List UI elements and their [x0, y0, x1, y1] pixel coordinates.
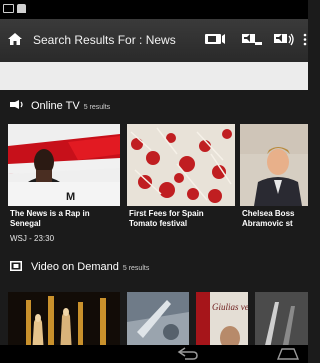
home-nav-icon[interactable] [276, 346, 300, 360]
online-tv-caption: First Fees for Spain Tomato festival [129, 209, 204, 228]
online-tv-thumbnail[interactable] [127, 124, 235, 206]
system-nav-bar [0, 345, 308, 363]
online-tv-count: 5 results [83, 104, 111, 111]
online-tv-header: Online TV 5 results [0, 96, 308, 116]
overflow-menu-icon[interactable] [302, 33, 308, 46]
vod-title: Video on Demand 5 results [31, 261, 150, 273]
film-icon [10, 261, 22, 271]
online-tv-thumbnail[interactable]: M [8, 124, 120, 206]
status-bar [0, 0, 308, 19]
home-icon[interactable] [8, 33, 22, 45]
vod-thumb-text: Giulias verschwinden [212, 302, 248, 312]
volume-up-icon[interactable] [274, 33, 296, 46]
broadcast-icon [10, 100, 23, 109]
page-title: Search Results For : News [33, 33, 176, 47]
vod-header: Video on Demand 5 results [0, 257, 308, 277]
status-notification-icon [3, 4, 14, 13]
status-app-icon [17, 4, 26, 13]
volume-down-icon[interactable] [242, 33, 262, 46]
action-bar: Search Results For : News [0, 19, 308, 63]
vod-count: 5 results [122, 265, 150, 272]
back-icon[interactable] [176, 346, 200, 360]
online-tv-thumbnail[interactable] [240, 124, 308, 206]
svg-text:M: M [66, 191, 75, 203]
online-tv-title: Online TV 5 results [31, 100, 111, 112]
online-tv-caption: Chelsea Boss Abramovic st [242, 209, 295, 228]
search-toolbar [0, 62, 308, 90]
online-tv-caption: The News is a Rap in Senegal [10, 209, 90, 228]
online-tv-meta: WSJ - 23:30 [10, 234, 55, 243]
cast-icon[interactable] [205, 33, 225, 45]
